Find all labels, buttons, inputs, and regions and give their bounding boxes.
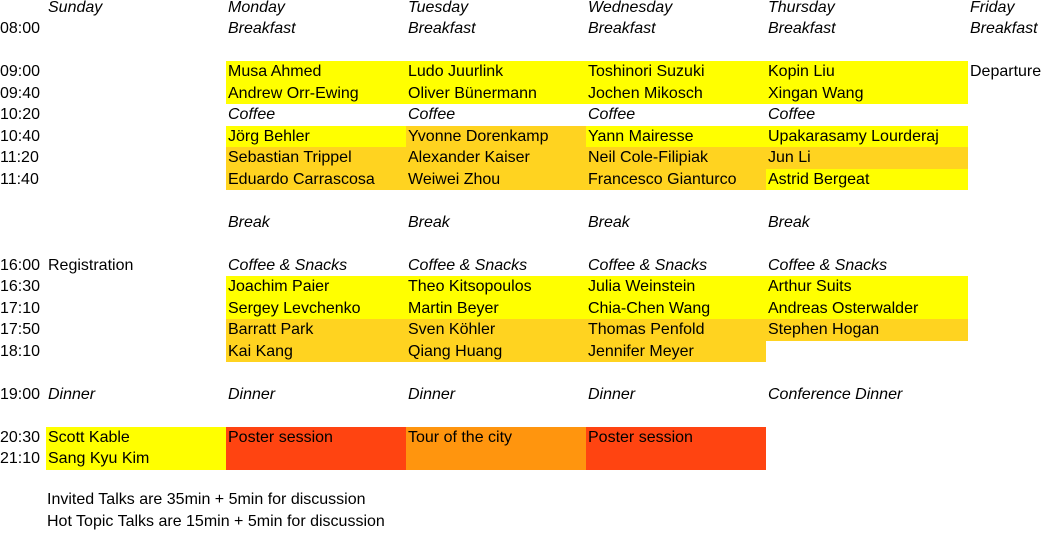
hot-topic-talk-cell: Weiwei Zhou	[406, 168, 586, 190]
day-header-tuesday: Tuesday	[408, 0, 469, 16]
time-label	[0, 40, 46, 62]
time-label: 20:30	[0, 428, 41, 446]
time-label: 08:00	[0, 20, 41, 37]
invited-talk-cell: Upakarasamy Lourderaj	[766, 125, 968, 147]
hot-topic-talk-cell: Thomas Penfold	[586, 319, 766, 341]
day-header-wednesday: Wednesday	[588, 0, 673, 16]
invited-talk-cell: Xingan Wang	[766, 82, 968, 104]
hot-topic-talk-cell: Francesco Gianturco	[586, 168, 766, 190]
time-label: 11:40	[0, 170, 39, 188]
time-label: 19:00	[0, 385, 41, 403]
invited-talk-cell: Oliver Bünermann	[406, 82, 586, 104]
invited-talk-cell: Andrew Orr-Ewing	[226, 82, 406, 104]
invited-talk-cell: Yann Mairesse	[586, 125, 766, 147]
time-label: 10:20	[0, 106, 41, 123]
hot-topic-talk-cell: Kai Kang	[226, 340, 406, 362]
meal-break-cell: Breakfast	[768, 20, 836, 37]
day-header-friday: Friday	[970, 0, 1015, 16]
hot-topic-talk-cell: Jennifer Meyer	[586, 340, 766, 362]
hot-topic-talk-cell: Stephen Hogan	[766, 319, 968, 341]
meal-break-cell: Dinner	[588, 385, 636, 403]
meal-break-cell: Coffee & Snacks	[768, 256, 888, 274]
time-label: 21:10	[0, 450, 41, 467]
day-header-thursday: Thursday	[768, 0, 835, 16]
meal-break-cell: Coffee	[768, 106, 816, 123]
poster-session-cell	[586, 448, 766, 470]
meal-break-cell: Break	[228, 213, 270, 231]
time-label	[0, 233, 46, 255]
time-label: 16:00	[0, 256, 41, 274]
invited-talk-cell: Joachim Paier	[226, 276, 406, 298]
hot-topic-talk-cell: Alexander Kaiser	[406, 147, 586, 169]
invited-talk-cell: Martin Beyer	[406, 297, 586, 319]
time-label	[0, 212, 46, 234]
meal-break-cell: Dinner	[408, 385, 456, 403]
time-label	[0, 405, 46, 427]
meal-break-cell: Coffee	[228, 106, 276, 123]
time-label: 16:30	[0, 278, 41, 295]
invited-talk-cell: Jochen Mikosch	[586, 82, 766, 104]
time-label: 11:20	[0, 149, 39, 166]
note-invited-talks: Invited Talks are 35min + 5min for discu…	[47, 491, 366, 508]
meal-break-cell: Break	[408, 213, 450, 231]
invited-talk-cell: Andreas Osterwalder	[766, 297, 968, 319]
schedule-cell: Registration	[48, 256, 134, 274]
hot-topic-talk-cell: Jun Li	[766, 147, 968, 169]
meal-break-cell: Coffee	[408, 106, 456, 123]
poster-session-cell: Poster session	[586, 426, 766, 448]
invited-talk-cell: Scott Kable	[46, 426, 226, 448]
meal-break-cell: Coffee	[588, 106, 636, 123]
meal-break-cell: Coffee & Snacks	[408, 256, 528, 274]
meal-break-cell: Conference Dinner	[768, 385, 903, 403]
meal-break-cell: Breakfast	[228, 20, 296, 37]
meal-break-cell: Dinner	[48, 385, 96, 403]
hot-topic-talk-cell: Sebastian Trippel	[226, 147, 406, 169]
invited-talk-cell: Chia-Chen Wang	[586, 297, 766, 319]
day-header-monday: Monday	[228, 0, 285, 16]
meal-break-cell: Breakfast	[588, 20, 656, 37]
hot-topic-talk-cell: Qiang Huang	[406, 340, 586, 362]
hot-topic-talk-cell: Neil Cole-Filipiak	[586, 147, 766, 169]
time-label	[0, 190, 46, 212]
invited-talk-cell: Jörg Behler	[226, 125, 406, 147]
poster-session-cell	[226, 448, 406, 470]
invited-talk-cell: Kopin Liu	[766, 61, 968, 83]
meal-break-cell: Coffee & Snacks	[588, 256, 708, 274]
time-label: 10:40	[0, 127, 41, 145]
meal-break-cell: Breakfast	[408, 20, 476, 37]
invited-talk-cell: Julia Weinstein	[586, 276, 766, 298]
hot-topic-talk-cell: Barratt Park	[226, 319, 406, 341]
hot-topic-talk-cell: Sven Köhler	[406, 319, 586, 341]
meal-break-cell: Break	[768, 213, 810, 231]
invited-talk-cell: Musa Ahmed	[226, 61, 406, 83]
schedule-cell: Departure	[970, 63, 1042, 80]
meal-break-cell: Break	[588, 213, 630, 231]
time-label: 09:40	[0, 84, 41, 102]
tour-cell: Tour of the city	[406, 426, 586, 448]
hot-topic-talk-cell: Yvonne Dorenkamp	[406, 125, 586, 147]
note-hot-topic-talks: Hot Topic Talks are 15min + 5min for dis…	[47, 513, 385, 530]
time-label: 17:50	[0, 321, 41, 338]
time-label	[0, 362, 46, 384]
invited-talk-cell: Sergey Levchenko	[226, 297, 406, 319]
time-label: 18:10	[0, 342, 41, 360]
time-label: 17:10	[0, 299, 41, 317]
time-label: 09:00	[0, 63, 41, 80]
hot-topic-talk-cell: Eduardo Carrascosa	[226, 168, 406, 190]
tour-cell	[406, 448, 586, 470]
invited-talk-cell: Astrid Bergeat	[766, 168, 968, 190]
meal-break-cell: Dinner	[228, 385, 276, 403]
day-header-sunday: Sunday	[48, 0, 103, 16]
invited-talk-cell: Sang Kyu Kim	[46, 448, 226, 470]
invited-talk-cell: Ludo Juurlink	[406, 61, 586, 83]
poster-session-cell: Poster session	[226, 426, 406, 448]
invited-talk-cell: Arthur Suits	[766, 276, 968, 298]
meal-break-cell: Breakfast	[970, 20, 1038, 37]
invited-talk-cell: Theo Kitsopoulos	[406, 276, 586, 298]
invited-talk-cell: Toshinori Suzuki	[586, 61, 766, 83]
meal-break-cell: Coffee & Snacks	[228, 256, 348, 274]
